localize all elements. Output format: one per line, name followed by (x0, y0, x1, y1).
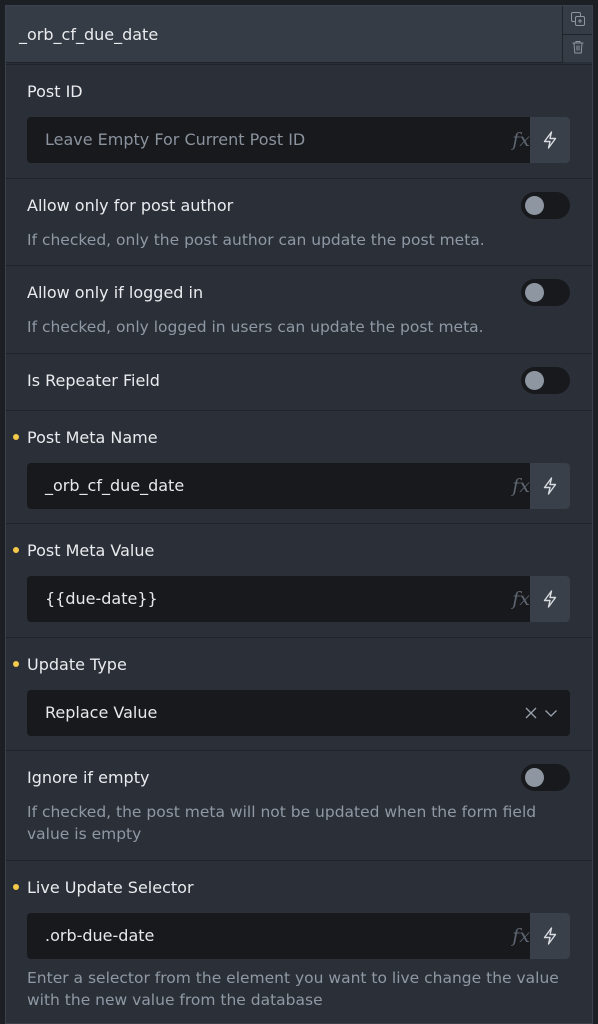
dynamic-data-button[interactable] (530, 913, 570, 959)
is-repeater-toggle[interactable] (521, 367, 570, 394)
post-meta-name-label: Post Meta Name (27, 428, 158, 447)
update-type-value: Replace Value (45, 703, 158, 722)
is-repeater-label: Is Repeater Field (27, 371, 160, 390)
required-indicator (13, 661, 19, 667)
live-update-selector-description: Enter a selector from the element you wa… (27, 969, 559, 1009)
allow-logged-in-description: If checked, only logged in users can upd… (27, 318, 484, 336)
post-meta-name-row: Post Meta Name _orb_cf_due_date fx (6, 410, 592, 523)
allow-logged-in-label: Allow only if logged in (27, 283, 204, 302)
post-meta-value-input[interactable]: {{due-date}} fx (27, 576, 570, 622)
form-action-frame: _orb_cf_due_date Post ID Leave Empty For… (0, 0, 598, 1024)
toggle-knob (525, 371, 544, 390)
update-type-select[interactable]: Replace Value (27, 690, 570, 736)
allow-post-author-description: If checked, only the post author can upd… (27, 231, 485, 249)
ignore-if-empty-toggle[interactable] (521, 764, 570, 791)
allow-post-author-toggle[interactable] (521, 192, 570, 219)
select-controls (524, 690, 558, 736)
duplicate-icon (570, 11, 585, 30)
post-id-placeholder: Leave Empty For Current Post ID (45, 130, 306, 149)
post-meta-action-panel: _orb_cf_due_date Post ID Leave Empty For… (5, 5, 593, 1024)
live-update-selector-value: .orb-due-date (45, 926, 155, 945)
post-meta-name-input[interactable]: _orb_cf_due_date fx (27, 463, 570, 509)
panel-header[interactable]: _orb_cf_due_date (6, 6, 562, 63)
lightning-icon (543, 131, 557, 149)
panel-title: _orb_cf_due_date (19, 24, 159, 44)
chevron-down-icon[interactable] (544, 706, 558, 720)
ignore-if-empty-row: Ignore if empty If checked, the post met… (6, 750, 592, 860)
toggle-knob (525, 283, 544, 302)
ignore-if-empty-label: Ignore if empty (27, 768, 150, 787)
allow-logged-in-toggle[interactable] (521, 279, 570, 306)
delete-button[interactable] (563, 34, 592, 62)
clear-icon[interactable] (524, 706, 538, 720)
allow-post-author-row: Allow only for post author If checked, o… (6, 178, 592, 265)
dynamic-data-button[interactable] (530, 117, 570, 163)
required-indicator (13, 884, 19, 890)
required-indicator (13, 434, 19, 440)
lightning-icon (543, 590, 557, 608)
dynamic-data-button[interactable] (530, 576, 570, 622)
allow-logged-in-row: Allow only if logged in If checked, only… (6, 265, 592, 353)
dynamic-data-button[interactable] (530, 463, 570, 509)
function-icon[interactable]: fx (512, 913, 530, 959)
post-meta-name-value: _orb_cf_due_date (45, 476, 185, 495)
lightning-icon (543, 477, 557, 495)
toggle-knob (525, 768, 544, 787)
function-icon[interactable]: fx (512, 463, 530, 509)
post-id-row: Post ID Leave Empty For Current Post ID … (6, 64, 592, 178)
post-meta-value-value: {{due-date}} (45, 589, 158, 608)
header-actions (562, 6, 592, 63)
post-id-label: Post ID (27, 82, 83, 101)
lightning-icon (543, 927, 557, 945)
post-meta-value-label: Post Meta Value (27, 541, 155, 560)
duplicate-button[interactable] (563, 6, 592, 34)
allow-post-author-label: Allow only for post author (27, 196, 234, 215)
live-update-selector-input[interactable]: .orb-due-date fx (27, 913, 570, 959)
function-icon[interactable]: fx (512, 576, 530, 622)
trash-icon (571, 39, 585, 58)
toggle-knob (525, 196, 544, 215)
ignore-if-empty-description: If checked, the post meta will not be up… (27, 803, 537, 843)
post-id-input[interactable]: Leave Empty For Current Post ID fx (27, 117, 570, 163)
function-icon[interactable]: fx (512, 117, 530, 163)
post-meta-value-row: Post Meta Value {{due-date}} fx (6, 523, 592, 637)
live-update-selector-row: Live Update Selector .orb-due-date fx En… (6, 860, 592, 1023)
update-type-label: Update Type (27, 655, 127, 674)
is-repeater-row: Is Repeater Field (6, 353, 592, 410)
update-type-row: Update Type Replace Value (6, 637, 592, 750)
live-update-selector-label: Live Update Selector (27, 878, 194, 897)
required-indicator (13, 547, 19, 553)
